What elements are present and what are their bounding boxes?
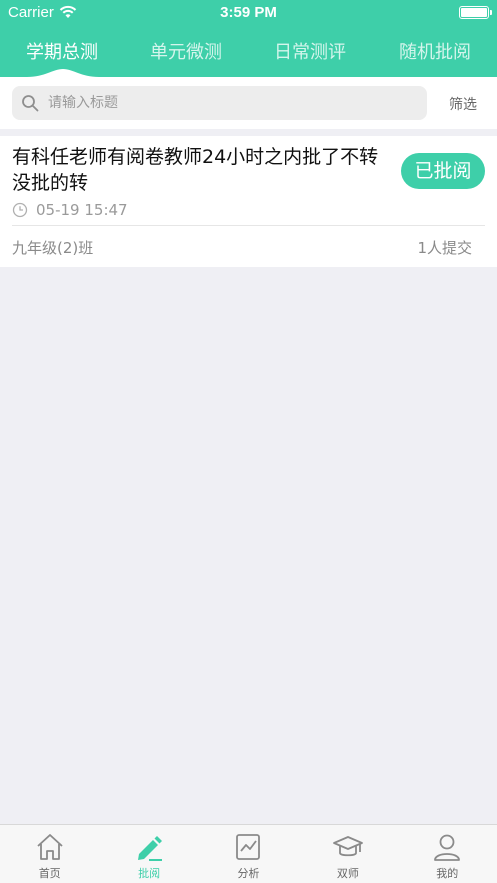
search-box[interactable] [12, 86, 427, 120]
analysis-icon [236, 834, 261, 860]
nav-item-review[interactable]: 批阅 [99, 825, 198, 883]
nav-label-profile: 我的 [436, 867, 459, 880]
tab-term-test[interactable]: 学期总测 [0, 38, 124, 64]
tab-unit-test[interactable]: 单元微测 [124, 38, 248, 64]
pen-icon [138, 836, 163, 861]
submit-count: 1人提交 [417, 239, 472, 257]
tab-daily-eval[interactable]: 日常测评 [248, 38, 372, 64]
card-divider [12, 225, 485, 226]
class-name: 九年级(2)班 [12, 239, 94, 257]
status-badge[interactable]: 已批阅 [401, 153, 485, 189]
assignment-card[interactable]: 有科任老师有阅卷教师24小时之内批了不转没批的转 已批阅 05-19 15:47… [0, 136, 497, 267]
nav-label-analysis: 分析 [237, 867, 260, 880]
status-bar: Carrier 3:59 PM [0, 0, 497, 26]
nav-item-home[interactable]: 首页 [0, 825, 99, 883]
nav-label-review: 批阅 [138, 867, 161, 880]
home-icon [37, 834, 63, 860]
clock-time: 3:59 PM [220, 4, 277, 21]
nav-item-analysis[interactable]: 分析 [199, 825, 298, 883]
user-icon [434, 834, 461, 861]
assignment-time: 05-19 15:47 [36, 201, 128, 219]
tab-random-review[interactable]: 随机批阅 [373, 38, 497, 64]
search-bar: 筛选 [0, 77, 497, 129]
bottom-nav: 首页 批阅 分析 双师 我的 [0, 824, 497, 883]
clock-icon [12, 202, 28, 218]
active-tab-indicator [27, 69, 99, 77]
top-tab-bar: 学期总测 单元微测 日常测评 随机批阅 [0, 26, 497, 77]
battery-icon [459, 6, 492, 19]
graduation-cap-icon [332, 836, 363, 857]
filter-button[interactable]: 筛选 [440, 94, 486, 114]
nav-item-profile[interactable]: 我的 [398, 825, 497, 883]
search-icon [22, 95, 39, 112]
assignment-title: 有科任老师有阅卷教师24小时之内批了不转没批的转 [12, 146, 379, 194]
search-input[interactable] [48, 86, 418, 120]
nav-item-dual-teacher[interactable]: 双师 [298, 825, 397, 883]
nav-label-home: 首页 [38, 867, 61, 880]
nav-label-dual-teacher: 双师 [336, 867, 359, 880]
